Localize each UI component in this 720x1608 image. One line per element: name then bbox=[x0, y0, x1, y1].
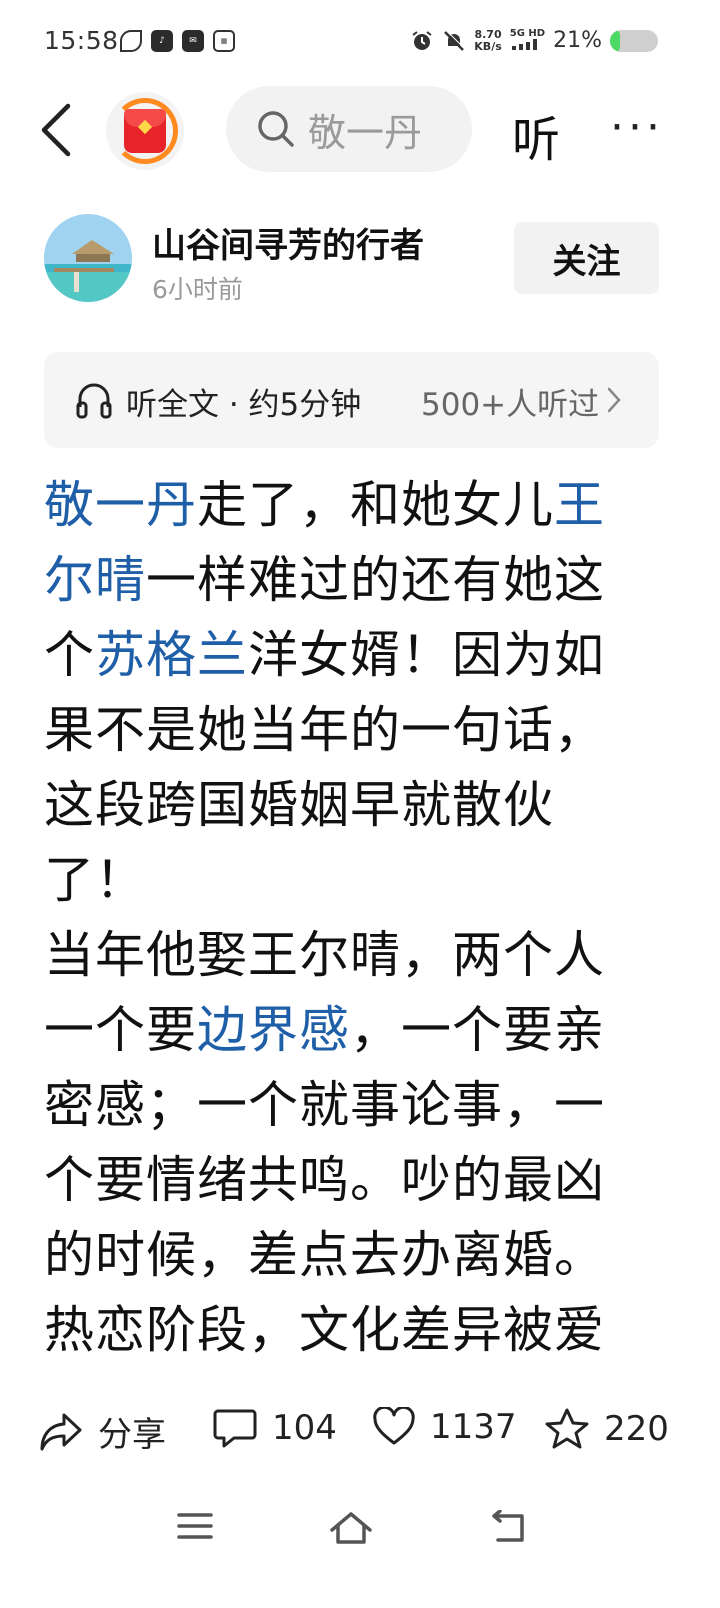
menu-icon[interactable] bbox=[176, 1510, 214, 1542]
author-avatar[interactable] bbox=[44, 214, 132, 302]
mute-bell-icon bbox=[444, 29, 466, 51]
article-paragraph: 当年他娶王尔晴，两个人一个要边界感，一个要亲密感；一个就事论事，一个要情绪共鸣。… bbox=[44, 918, 624, 1368]
follow-button[interactable]: 关注 bbox=[514, 222, 659, 294]
back-nav-icon[interactable] bbox=[488, 1510, 528, 1546]
article-keyword-link[interactable]: 苏格兰 bbox=[95, 626, 248, 684]
heart-icon bbox=[373, 1407, 415, 1445]
comment-icon bbox=[213, 1409, 257, 1448]
post-time: 6小时前 bbox=[152, 275, 243, 304]
back-arrow-icon[interactable] bbox=[38, 102, 74, 158]
alarm-icon bbox=[412, 30, 432, 50]
comment-count: 104 bbox=[272, 1408, 337, 1448]
mail-app-icon: ✉ bbox=[182, 30, 204, 52]
battery-percent: 21% bbox=[553, 28, 602, 53]
leaf-app-icon bbox=[120, 30, 142, 52]
author-name[interactable]: 山谷间寻芳的行者 bbox=[152, 218, 424, 267]
article-text: 走了，和她女儿 bbox=[197, 476, 554, 534]
article-paragraph: 敬一丹走了，和她女儿王尔晴一样难过的还有她这个苏格兰洋女婿！因为如果不是她当年的… bbox=[44, 468, 624, 918]
tiktok-icon: ♪ bbox=[151, 30, 173, 52]
search-bar[interactable]: 敬一丹 bbox=[226, 86, 472, 172]
share-label: 分享 bbox=[98, 1415, 166, 1455]
signal-label: 5G HD bbox=[509, 28, 546, 39]
like-count: 1137 bbox=[430, 1407, 517, 1447]
comment-button[interactable]: 104 bbox=[212, 1407, 337, 1449]
red-packet-button[interactable] bbox=[106, 92, 184, 170]
signal-bars-icon bbox=[512, 39, 538, 50]
article-keyword-link[interactable]: 敬一丹 bbox=[44, 476, 197, 534]
star-icon bbox=[545, 1408, 589, 1449]
signal-indicator: 5G HD bbox=[510, 28, 545, 53]
listen-label: 听全文 · 约5分钟 bbox=[126, 387, 362, 423]
article-body: 敬一丹走了，和她女儿王尔晴一样难过的还有她这个苏格兰洋女婿！因为如果不是她当年的… bbox=[44, 468, 624, 1380]
net-speed: 8.70 KB/s bbox=[474, 27, 502, 53]
like-button[interactable]: 1137 bbox=[372, 1407, 517, 1447]
headphones-icon bbox=[76, 383, 112, 419]
battery-fill bbox=[610, 29, 621, 52]
status-indicators: 8.70 KB/s 5G HD 21% bbox=[410, 28, 658, 53]
status-bar: 15:58 ♪ ✉ ▦ 8.70 KB/s 5G HD 21% bbox=[0, 0, 720, 86]
chevron-right-icon bbox=[607, 387, 621, 413]
search-icon bbox=[258, 111, 294, 147]
system-navigation-bar bbox=[0, 1490, 720, 1608]
listener-count: 500+人听过 bbox=[421, 387, 600, 423]
home-icon[interactable] bbox=[328, 1510, 374, 1546]
article-keyword-link[interactable]: 边界感 bbox=[197, 1001, 350, 1059]
action-bar: 分享 104 1137 220 bbox=[0, 1385, 720, 1485]
favorite-count: 220 bbox=[604, 1409, 669, 1449]
top-nav-bar: 敬一丹 听 ··· bbox=[0, 86, 720, 176]
listen-button[interactable]: 听 bbox=[512, 100, 560, 170]
battery-icon bbox=[610, 29, 658, 52]
more-options-button[interactable]: ··· bbox=[610, 106, 664, 150]
search-query: 敬一丹 bbox=[308, 110, 423, 155]
share-icon bbox=[40, 1413, 82, 1450]
status-time: 15:58 bbox=[44, 26, 119, 55]
toutiao-icon: ▦ bbox=[213, 30, 235, 52]
share-button[interactable]: 分享 bbox=[38, 1407, 166, 1456]
net-speed-value: 8.70 bbox=[474, 27, 502, 41]
listen-full-text-card[interactable]: 听全文 · 约5分钟 500+人听过 bbox=[44, 352, 659, 448]
avatar-image bbox=[44, 214, 132, 302]
net-speed-unit: KB/s bbox=[474, 39, 502, 53]
favorite-button[interactable]: 220 bbox=[544, 1407, 669, 1451]
status-app-icons: ♪ ✉ ▦ bbox=[120, 30, 235, 52]
